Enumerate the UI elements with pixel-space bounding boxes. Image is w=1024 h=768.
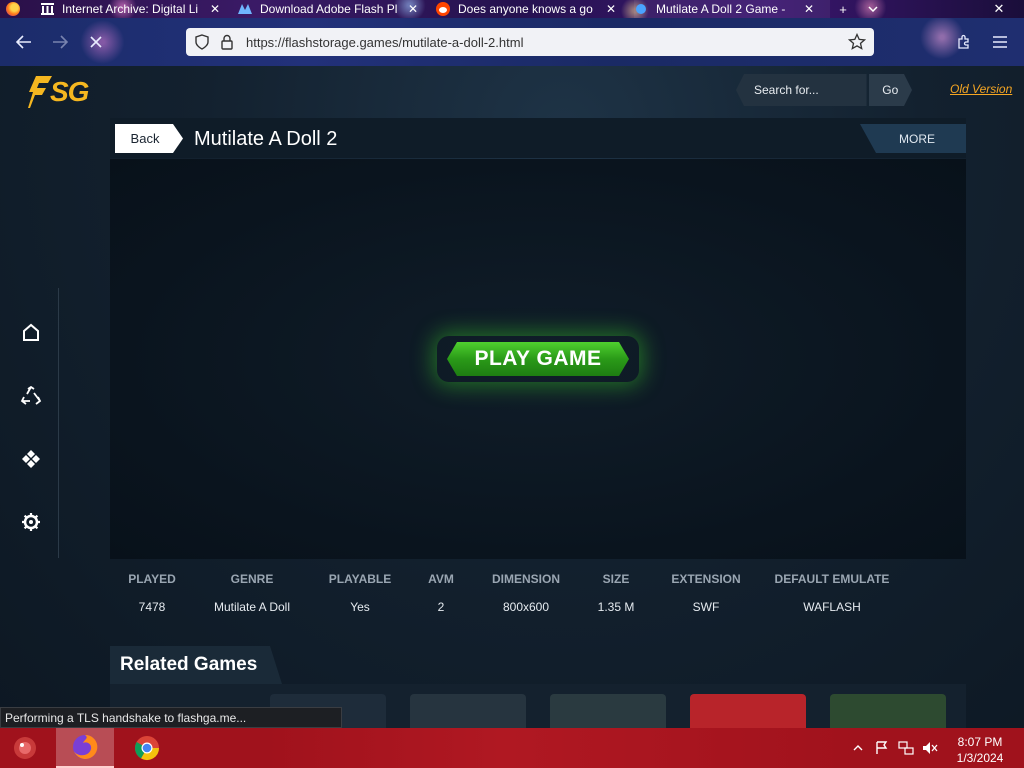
site-logo[interactable]: SG <box>26 72 110 112</box>
info-avm: AVM 2 <box>418 572 464 614</box>
info-value: SWF <box>692 600 720 614</box>
firefox-menu-icon[interactable] <box>6 2 20 16</box>
clock-time: 8:07 PM <box>957 735 1003 749</box>
diamond-grid-icon[interactable] <box>19 447 43 471</box>
related-game-thumbnail[interactable] <box>410 694 526 728</box>
related-games-title: Related Games <box>110 646 282 684</box>
extensions-icon[interactable] <box>952 30 976 54</box>
new-tab-button[interactable]: + <box>834 0 852 18</box>
related-game-thumbnail[interactable] <box>690 694 806 728</box>
tab-adobe-flash[interactable]: Download Adobe Flash Pl ✕ <box>238 0 428 18</box>
gear-icon[interactable] <box>19 510 43 534</box>
tab-reddit[interactable]: Does anyone knows a go ✕ <box>436 0 626 18</box>
related-game-thumbnail[interactable] <box>550 694 666 728</box>
close-tab-icon[interactable]: ✕ <box>408 2 418 16</box>
info-header: AVM <box>428 572 454 586</box>
shield-icon[interactable] <box>194 34 210 50</box>
taskbar-chrome[interactable] <box>118 728 176 768</box>
info-header: GENRE <box>230 572 274 586</box>
loading-stop-icon[interactable] <box>84 30 108 54</box>
close-tab-icon[interactable]: ✕ <box>606 2 616 16</box>
info-dimension: DIMENSION 800x600 <box>484 572 568 614</box>
tab-mutilate-a-doll[interactable]: Mutilate A Doll 2 Game - ✕ <box>634 0 830 18</box>
taskbar-clock[interactable]: 8:07 PM 1/3/2024 <box>948 734 1012 766</box>
more-button[interactable]: MORE <box>860 124 966 153</box>
web-page: SG Search for... Go Old Version Back Mut… <box>0 66 1024 728</box>
back-arrow-icon[interactable] <box>12 30 36 54</box>
list-tabs-icon[interactable] <box>864 0 882 18</box>
home-icon[interactable] <box>19 320 43 344</box>
info-extension: EXTENSION SWF <box>666 572 746 614</box>
tab-title: Mutilate A Doll 2 Game - <box>656 2 786 16</box>
info-header: PLAYED <box>128 572 176 586</box>
info-header: DIMENSION <box>491 572 560 586</box>
taskbar-firefox[interactable] <box>56 728 114 768</box>
info-value: 800x600 <box>502 600 550 614</box>
info-size: SIZE 1.35 M <box>586 572 646 614</box>
related-game-thumbnail[interactable] <box>830 694 946 728</box>
game-icon <box>634 2 648 16</box>
lock-icon[interactable] <box>220 34 234 50</box>
browser-nav-bar: https://flashstorage.games/mutilate-a-do… <box>0 18 1024 66</box>
info-genre: GENRE Mutilate A Doll <box>202 572 302 614</box>
url-text[interactable]: https://flashstorage.games/mutilate-a-do… <box>246 35 848 50</box>
status-text: Performing a TLS handshake to flashga.me… <box>0 707 342 728</box>
taskbar-background-art <box>264 728 864 768</box>
info-default-emulate: DEFAULT EMULATE WAFLASH <box>772 572 892 614</box>
info-value: Mutilate A Doll <box>213 600 291 614</box>
info-value: WAFLASH <box>803 600 861 614</box>
close-window-icon[interactable]: ✕ <box>990 0 1008 18</box>
info-value: 7478 <box>138 600 166 614</box>
sidebar-divider <box>58 288 59 558</box>
forward-arrow-icon[interactable] <box>48 30 72 54</box>
tab-title: Does anyone knows a go <box>458 2 593 16</box>
info-value: 1.35 M <box>597 600 635 614</box>
info-played: PLAYED 7478 <box>120 572 184 614</box>
close-tab-icon[interactable]: ✕ <box>210 2 220 16</box>
game-info-table: PLAYED 7478 GENRE Mutilate A Doll PLAYAB… <box>110 572 966 632</box>
bookmark-star-icon[interactable] <box>848 33 866 51</box>
info-playable: PLAYABLE Yes <box>324 572 396 614</box>
windows-taskbar: 8:07 PM 1/3/2024 <box>0 728 1024 768</box>
reddit-icon <box>436 2 450 16</box>
recycle-icon[interactable] <box>19 384 43 408</box>
close-tab-icon[interactable]: ✕ <box>804 2 814 16</box>
firefox-icon <box>73 734 98 759</box>
browser-tab-bar: Internet Archive: Digital Li ✕ Download … <box>0 0 1024 18</box>
tab-internet-archive[interactable]: Internet Archive: Digital Li ✕ <box>40 0 230 18</box>
lightning-logo-icon <box>28 76 52 108</box>
logo-text: SG <box>50 76 89 107</box>
network-icon[interactable] <box>898 740 914 756</box>
info-value: Yes <box>350 600 370 614</box>
search-go-button[interactable]: Go <box>869 74 912 106</box>
search-input[interactable]: Search for... <box>736 74 867 106</box>
tray-expand-icon[interactable] <box>850 740 866 756</box>
info-value: 2 <box>437 600 445 614</box>
archive-icon <box>40 2 54 16</box>
hamburger-menu-icon[interactable] <box>988 30 1012 54</box>
tab-title: Download Adobe Flash Pl <box>260 2 398 16</box>
play-game-button[interactable]: PLAY GAME <box>447 342 629 376</box>
info-header: SIZE <box>602 572 630 586</box>
info-header: DEFAULT EMULATE <box>774 572 890 586</box>
back-button[interactable]: Back <box>115 124 183 153</box>
old-version-link[interactable]: Old Version <box>950 82 1012 96</box>
info-header: PLAYABLE <box>328 572 392 586</box>
start-button-icon[interactable] <box>8 732 42 764</box>
volume-muted-icon[interactable] <box>922 740 938 756</box>
flash-icon <box>238 2 252 16</box>
tab-title: Internet Archive: Digital Li <box>62 2 199 16</box>
site-search: Search for... Go <box>736 74 912 106</box>
chrome-icon <box>134 736 159 761</box>
info-header: EXTENSION <box>671 572 741 586</box>
clock-date: 1/3/2024 <box>956 751 1004 765</box>
game-title: Mutilate A Doll 2 <box>194 128 338 150</box>
address-bar[interactable]: https://flashstorage.games/mutilate-a-do… <box>186 28 874 56</box>
flag-icon[interactable] <box>874 740 890 756</box>
